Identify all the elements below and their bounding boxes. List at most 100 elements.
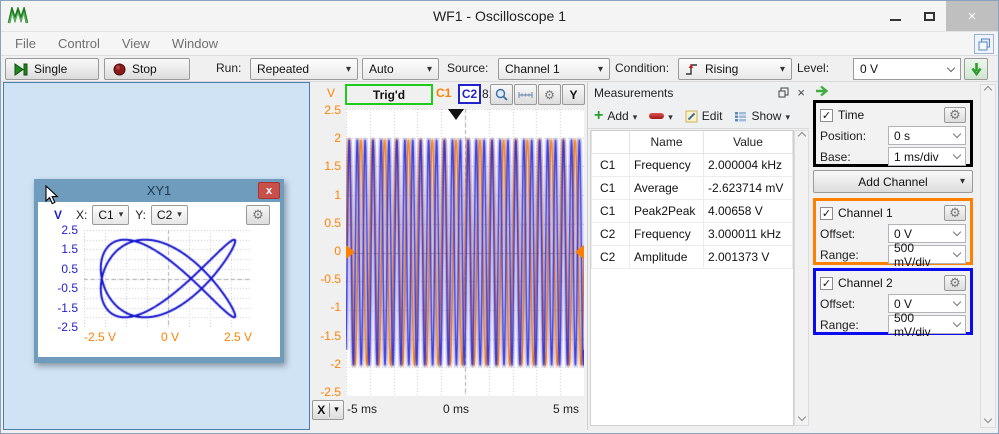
scope-y-unit: V [301,86,335,100]
col-name: Name [630,131,704,153]
channel-config-panel: ✓ Time ⚙ Position: 0 s Base: 1 ms/div Ad… [811,82,977,430]
channel1-offset-label: Offset: [820,227,855,241]
zoom-icon[interactable] [490,84,513,105]
xy1-xtick-max: 2.5 V [224,330,252,344]
dock-restore-icon[interactable] [974,34,994,54]
channel1-gear-icon[interactable]: ⚙ [944,205,966,221]
scope-y-tick-label: 1 [301,188,341,202]
config-scrollbar[interactable] [980,84,996,428]
xy1-lissajous-plot[interactable] [84,230,252,327]
channel2-gear-icon[interactable]: ⚙ [944,275,966,291]
condition-dropdown[interactable]: Rising▾ [678,58,792,80]
channel2-range-dropdown[interactable]: 500 mV/div [888,315,966,334]
xy1-xtick-zero: 0 V [161,330,179,344]
trigger-mode-dropdown[interactable]: Auto▾ [362,58,439,80]
trigger-position-marker[interactable] [448,109,464,120]
xy1-gear-icon[interactable]: ⚙ [246,205,270,225]
channel2-range-label: Range: [820,318,859,332]
single-icon [14,63,28,76]
measurement-row[interactable]: C1Frequency2.000004 kHz [592,153,793,176]
scope-y-tick-label: -1 [301,300,341,314]
remove-measurement-button[interactable]: ▾ [649,109,673,123]
xy1-y-channel-dropdown[interactable]: C2▾ [151,205,188,225]
scope-y-tick-label: 0.5 [301,216,341,230]
scope-xtick-max: 5 ms [546,402,579,416]
show-list-icon [734,111,747,122]
measurement-row[interactable]: C1Peak2Peak4.00658 V [592,199,793,222]
scope-y-tick-label: -2 [301,357,341,371]
minimize-button[interactable] [878,1,912,31]
xy1-window[interactable]: XY1 x V X: C1▾ Y: C2▾ ⚙ 2.51.50.5-0.5-1.… [34,179,284,363]
xy1-y-tick-label: 0.5 [42,262,78,276]
level-apply-button[interactable] [964,58,988,80]
col-value: Value [704,131,793,153]
channel1-group: ✓ Channel 1 ⚙ Offset: 0 V Range: 500 mV/… [813,198,973,265]
col-channel [592,131,630,153]
stop-label: Stop [132,62,157,76]
channel2-checkbox[interactable]: ✓ [820,277,833,290]
scope-waveform-plot[interactable] [346,109,584,396]
edit-measurement-button[interactable]: Edit [685,109,723,123]
measurements-title: Measurements [594,86,673,100]
position-dropdown[interactable]: 0 s [888,126,966,145]
xy1-close-button[interactable]: x [258,182,280,199]
xy1-y-tick-label: -1.5 [42,301,78,315]
menu-control[interactable]: Control [58,36,100,51]
close-button[interactable]: × [946,1,998,31]
measurements-toolbar: + Add▾ ▾ Edit Show▾ [588,104,809,129]
xy1-title: XY1 [147,183,172,198]
measurement-row[interactable]: C2Amplitude2.001373 V [592,245,793,268]
rising-edge-icon [685,62,699,76]
menu-window[interactable]: Window [172,36,218,51]
add-measurement-button[interactable]: + Add▾ [594,109,637,123]
channel1-checkbox[interactable]: ✓ [820,207,833,220]
trigger-level-marker-left[interactable] [346,245,355,259]
source-dropdown[interactable]: Channel 1▾ [498,58,610,80]
mouse-cursor [45,185,59,205]
channel1-range-dropdown[interactable]: 500 mV/div [888,245,966,264]
scope-xtick-min: -5 ms [347,402,377,416]
xy1-y-tick-label: 2.5 [42,223,78,237]
xy1-titlebar[interactable]: XY1 x [34,179,284,202]
position-label: Position: [820,129,866,143]
close-panel-icon[interactable]: × [797,85,805,100]
base-dropdown[interactable]: 1 ms/div [888,147,966,166]
xy1-x-channel-dropdown[interactable]: C1▾ [92,205,129,225]
title-bar[interactable]: WF1 - Oscilloscope 1 × [1,1,998,31]
plot-gear-icon[interactable]: ⚙ [538,84,561,105]
channel1-label: Channel 1 [838,206,893,220]
scope-toolbar: Single Stop Run: Repeated▾ Auto▾ Source:… [1,56,998,82]
menu-file[interactable]: File [15,36,36,51]
xy1-unit-label: V [54,208,62,222]
run-mode-dropdown[interactable]: Repeated▾ [250,58,358,80]
scope-xtick-zero: 0 ms [421,402,491,416]
stop-button[interactable]: Stop [104,58,190,80]
add-channel-button[interactable]: Add Channel▾ [813,170,973,193]
trigger-level-marker-right[interactable] [575,245,584,259]
window-title: WF1 - Oscilloscope 1 [1,8,998,24]
single-button[interactable]: Single [5,58,99,80]
measurements-scrollbar[interactable] [794,130,809,426]
measurement-row[interactable]: C2Frequency3.000011 kHz [592,222,793,245]
show-measurement-button[interactable]: Show▾ [734,109,790,123]
channel2-offset-label: Offset: [820,297,855,311]
tab-channel1[interactable]: C1 [436,86,451,100]
tab-channel2[interactable]: C2 [458,84,481,104]
scope-y-tick-label: 2.5 [301,103,341,117]
base-label: Base: [820,150,851,164]
xy1-y-tick-label: -0.5 [42,281,78,295]
x-axis-button[interactable]: X ▾ [312,400,344,420]
y-axis-button[interactable]: Y [562,84,585,105]
measurement-row[interactable]: C1Average-2.623714 mV [592,176,793,199]
time-gear-icon[interactable]: ⚙ [944,107,966,123]
edit-pencil-icon [685,110,698,123]
time-group: ✓ Time ⚙ Position: 0 s Base: 1 ms/div [813,100,973,167]
measure-ruler-icon[interactable] [514,84,537,105]
time-checkbox[interactable]: ✓ [820,109,833,122]
green-down-arrow-icon [971,62,982,76]
expand-arrow-icon[interactable] [815,85,833,97]
float-panel-icon[interactable] [778,87,789,98]
level-combo[interactable]: 0 V [853,58,961,80]
menu-view[interactable]: View [122,36,150,51]
maximize-button[interactable] [912,1,946,31]
